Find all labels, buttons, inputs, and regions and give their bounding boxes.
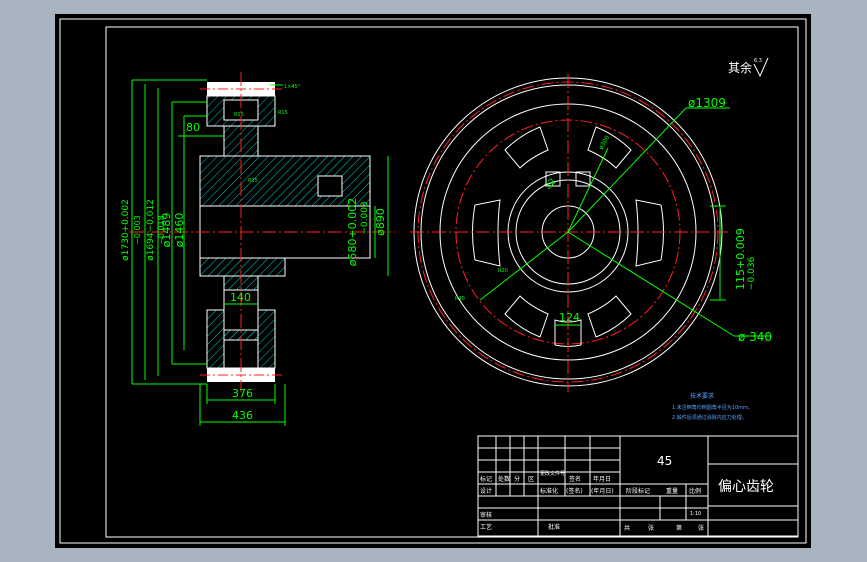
- drawing-canvas: ø1730+0.002 −0.003 ø1694−0.012 −0.018 ø1…: [55, 14, 811, 548]
- hdr-sign-2: (签名): [566, 487, 583, 495]
- cad-viewport[interactable]: ø1730+0.002 −0.003 ø1694−0.012 −0.018 ø1…: [0, 0, 867, 562]
- dim-bore-diameter: ø580+0.002: [346, 198, 359, 266]
- dim-pitch-diameter: ø1694−0.012: [146, 199, 156, 261]
- dim-1309: ø1309: [688, 96, 726, 110]
- hdr-sign: 签名: [569, 475, 581, 483]
- dim-keyway-tol: −0.036: [747, 256, 757, 290]
- hdr-zone-1: 分: [514, 475, 520, 483]
- label-approve: 批准: [548, 523, 560, 531]
- note-r15-c: R15: [248, 178, 258, 184]
- note-r20: R20: [498, 268, 508, 274]
- label-page-suffix: 张: [698, 524, 704, 532]
- dim-376: 376: [232, 387, 253, 400]
- dim-tip-tolerance: −0.003: [133, 215, 142, 245]
- label-review: 审核: [480, 511, 492, 519]
- dim-124: 124: [559, 311, 580, 324]
- dim-80: 80: [186, 121, 200, 134]
- dim-436: 436: [232, 409, 253, 422]
- scale-value: 1:10: [690, 511, 701, 517]
- material-value: 45: [657, 454, 672, 468]
- dim-root-diameter: ø1489: [160, 213, 173, 248]
- label-stage: 阶段标记: [626, 487, 650, 495]
- dim-bore-tolerance: −0.003: [360, 201, 370, 234]
- label-sheet: 张: [648, 524, 654, 532]
- note-r15-a: R15: [234, 112, 244, 118]
- note-chamfer: 1×45°: [284, 84, 301, 90]
- surface-finish-label: 其余: [728, 60, 752, 75]
- dim-hub-diameter: ø890: [374, 208, 387, 236]
- hdr-change-doc: 更改文件号: [540, 470, 565, 477]
- label-weight: 重量: [666, 487, 678, 495]
- hub-lower: [199, 257, 286, 277]
- hdr-mark: 标记: [480, 475, 492, 483]
- hdr-zone-2: 区: [528, 476, 534, 483]
- hdr-standard: 标准化: [540, 487, 558, 495]
- dim-340: ø 340: [738, 330, 772, 344]
- part-name: 偏心齿轮: [718, 479, 774, 495]
- note-r15-b: R15: [278, 110, 288, 116]
- dim-keyway: 115+0.009: [734, 228, 747, 290]
- hdr-design: 设计: [480, 487, 492, 495]
- hdr-date-2: (年月日): [591, 487, 614, 495]
- note-r40: R40: [455, 296, 465, 302]
- dim-rim-inner: ø1460: [173, 213, 186, 248]
- label-process: 工艺: [480, 523, 492, 531]
- label-total: 共: [624, 524, 630, 532]
- tech-req-item-1: 1.未注倒角均倒圆角半径为10mm。: [672, 404, 753, 411]
- surface-finish-value: 6.3: [754, 58, 762, 64]
- keyway-slot: [317, 175, 343, 197]
- drawing-sheet: [55, 14, 811, 548]
- label-scale: 比例: [689, 487, 701, 495]
- hdr-date: 年月日: [593, 475, 611, 483]
- dim-140: 140: [230, 291, 251, 304]
- tech-req-title: 技术要求: [690, 392, 714, 400]
- tech-req-item-2: 2.锻件后须通过消除内应力处理。: [672, 414, 747, 421]
- hdr-count: 处数: [498, 475, 510, 483]
- dim-tip-diameter: ø1730+0.002: [121, 199, 131, 261]
- hub-upper: [199, 155, 371, 207]
- label-page: 第: [676, 524, 682, 532]
